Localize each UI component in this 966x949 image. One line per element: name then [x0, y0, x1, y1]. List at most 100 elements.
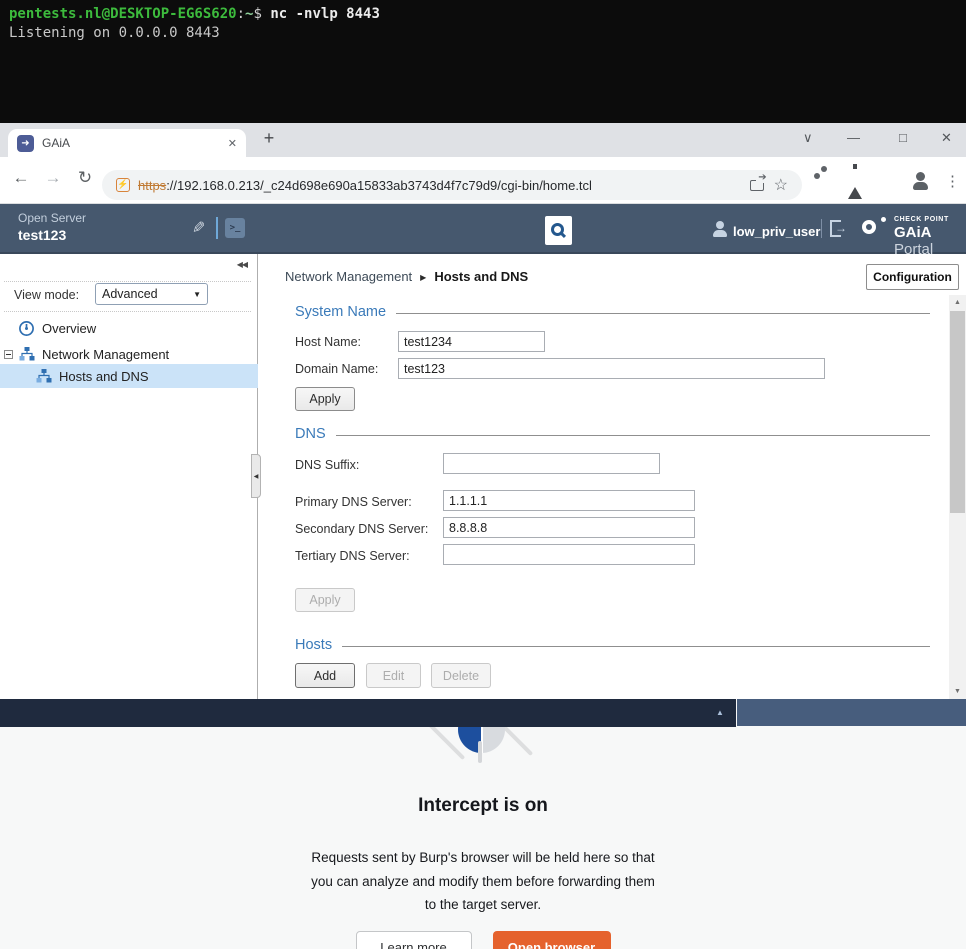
- browser-tab-strip: ➜ GAiA ✕ + ∨ — □ ✕: [0, 123, 966, 157]
- view-mode-label: View mode:: [14, 288, 79, 302]
- brand-text: CHECK POINT GAiA Portal: [894, 216, 966, 258]
- back-icon[interactable]: ←: [10, 168, 32, 188]
- sidebar-item-network-management[interactable]: Network Management: [0, 342, 258, 366]
- flask-extension-icon[interactable]: [848, 170, 862, 188]
- breadcrumb: Network Management ▶ Hosts and DNS: [285, 269, 528, 284]
- portal-header: Open Server test123 ✎ >_ low_priv_user C…: [0, 204, 966, 254]
- section-rule: [342, 646, 930, 647]
- dns-apply-button[interactable]: Apply: [295, 588, 355, 612]
- browser-menu-icon[interactable]: ⋮: [945, 172, 960, 190]
- view-mode-select[interactable]: Advanced ▼: [95, 283, 208, 305]
- hosts-edit-button[interactable]: Edit: [366, 663, 421, 688]
- tree-collapse-icon[interactable]: [4, 350, 13, 359]
- page-content: ◀ Network Management ▶ Hosts and DNS Con…: [259, 254, 966, 699]
- brand-gaia: GAiA: [894, 224, 932, 241]
- domain-name-label: Domain Name:: [295, 362, 378, 376]
- learn-more-button[interactable]: Learn more: [356, 931, 472, 949]
- tertiary-dns-label: Tertiary DNS Server:: [295, 549, 410, 563]
- reload-icon[interactable]: ↻: [74, 168, 96, 188]
- terminal-command: nc -nvlp 8443: [270, 6, 380, 22]
- not-secure-icon[interactable]: ⚡: [116, 178, 130, 192]
- forward-icon[interactable]: →: [42, 168, 64, 188]
- section-rule: [336, 435, 930, 436]
- window-chevron-icon[interactable]: ∨: [803, 130, 813, 146]
- dns-section-header: DNS: [295, 426, 930, 442]
- burp-actions: Learn more Open browser: [0, 931, 966, 949]
- section-rule: [396, 313, 930, 314]
- url-rest: ://192.168.0.213/_c24d698e690a15833ab374…: [166, 178, 592, 193]
- section-title: System Name: [295, 304, 386, 320]
- browser-toolbar: ← → ↻ ⚡ https://192.168.0.213/_c24d698e6…: [0, 157, 966, 204]
- section-title: Hosts: [295, 637, 332, 653]
- hosts-delete-button[interactable]: Delete: [431, 663, 491, 688]
- header-divider: [821, 219, 822, 238]
- burp-intercept-panel: Intercept is on Requests sent by Burp's …: [0, 727, 966, 949]
- intercept-description: Requests sent by Burp's browser will be …: [0, 846, 966, 917]
- sidebar-item-overview[interactable]: Overview: [0, 316, 258, 340]
- sidebar-collapse-icon[interactable]: ◀◀: [237, 260, 247, 269]
- open-browser-button[interactable]: Open browser: [493, 931, 611, 949]
- overview-gauge-icon: [18, 320, 35, 337]
- share-icon[interactable]: [750, 180, 764, 191]
- content-scrollbar[interactable]: ▲ ▼: [949, 295, 966, 699]
- search-icon: [551, 223, 564, 236]
- description-line: you can analyze and modify them before f…: [0, 870, 966, 894]
- scroll-down-icon[interactable]: ▼: [949, 684, 966, 699]
- gaia-favicon-icon: ➜: [17, 135, 34, 152]
- network-tree-icon: [19, 347, 35, 361]
- url-scheme: https: [138, 178, 166, 193]
- console-icon[interactable]: >_: [225, 218, 245, 238]
- window-minimize-icon[interactable]: —: [847, 130, 860, 145]
- edit-pencil-icon[interactable]: ✎: [192, 218, 205, 238]
- burp-titlebar[interactable]: ▲: [0, 699, 736, 727]
- dns-suffix-label: DNS Suffix:: [295, 458, 359, 472]
- primary-dns-label: Primary DNS Server:: [295, 495, 412, 509]
- intercept-status-heading: Intercept is on: [0, 795, 966, 817]
- scrollbar-thumb[interactable]: [950, 311, 965, 513]
- navigation-sidebar: ◀◀ View mode: Advanced ▼ Overview Networ…: [0, 254, 258, 699]
- address-bar[interactable]: ⚡ https://192.168.0.213/_c24d698e690a158…: [102, 170, 802, 200]
- separator: [4, 311, 251, 312]
- url-text: https://192.168.0.213/_c24d698e690a15833…: [138, 178, 742, 193]
- browser-tab[interactable]: ➜ GAiA ✕: [8, 129, 246, 157]
- dns-suffix-input[interactable]: [443, 453, 660, 474]
- logout-icon[interactable]: [830, 220, 841, 237]
- burp-window-bar: ▲: [0, 699, 966, 727]
- brand-check-point: CHECK POINT: [894, 216, 966, 223]
- logged-in-username[interactable]: low_priv_user: [733, 224, 820, 239]
- description-line: Requests sent by Burp's browser will be …: [0, 846, 966, 870]
- check-point-logo: [862, 217, 888, 242]
- panel-collapse-handle[interactable]: ◀: [251, 454, 261, 498]
- breadcrumb-arrow-icon: ▶: [420, 273, 426, 282]
- configuration-button[interactable]: Configuration: [866, 264, 959, 290]
- burp-titlebar-secondary[interactable]: [737, 699, 966, 726]
- user-icon: [713, 221, 727, 237]
- portal-main: ◀◀ View mode: Advanced ▼ Overview Networ…: [0, 254, 966, 699]
- scroll-up-icon[interactable]: ▲: [949, 295, 966, 310]
- sidebar-item-label: Hosts and DNS: [59, 369, 149, 384]
- sidebar-item-label: Overview: [42, 321, 96, 336]
- window-maximize-icon[interactable]: □: [899, 130, 907, 145]
- search-button[interactable]: [545, 216, 572, 245]
- bookmark-star-icon[interactable]: ☆: [774, 175, 788, 195]
- system-name-apply-button[interactable]: Apply: [295, 387, 355, 411]
- terminal-output: Listening on 0.0.0.0 8443: [9, 24, 957, 43]
- breadcrumb-parent[interactable]: Network Management: [285, 269, 412, 284]
- tab-close-icon[interactable]: ✕: [228, 137, 237, 150]
- primary-dns-input[interactable]: [443, 490, 695, 511]
- system-name-section-header: System Name: [295, 304, 930, 320]
- sidebar-item-hosts-and-dns[interactable]: Hosts and DNS: [0, 364, 258, 388]
- description-line: to the target server.: [0, 893, 966, 917]
- terminal-window: pentests.nl@DESKTOP-EG6S620:~$ nc -nvlp …: [0, 0, 966, 123]
- host-name-input[interactable]: [398, 331, 545, 352]
- window-close-icon[interactable]: ✕: [941, 130, 952, 146]
- intercept-illustration: [478, 741, 482, 763]
- section-title: DNS: [295, 426, 326, 442]
- secondary-dns-input[interactable]: [443, 517, 695, 538]
- new-tab-button[interactable]: +: [258, 128, 280, 149]
- domain-name-input[interactable]: [398, 358, 825, 379]
- expand-up-icon[interactable]: ▲: [716, 708, 724, 717]
- server-name: test123: [18, 227, 66, 243]
- tertiary-dns-input[interactable]: [443, 544, 695, 565]
- hosts-add-button[interactable]: Add: [295, 663, 355, 688]
